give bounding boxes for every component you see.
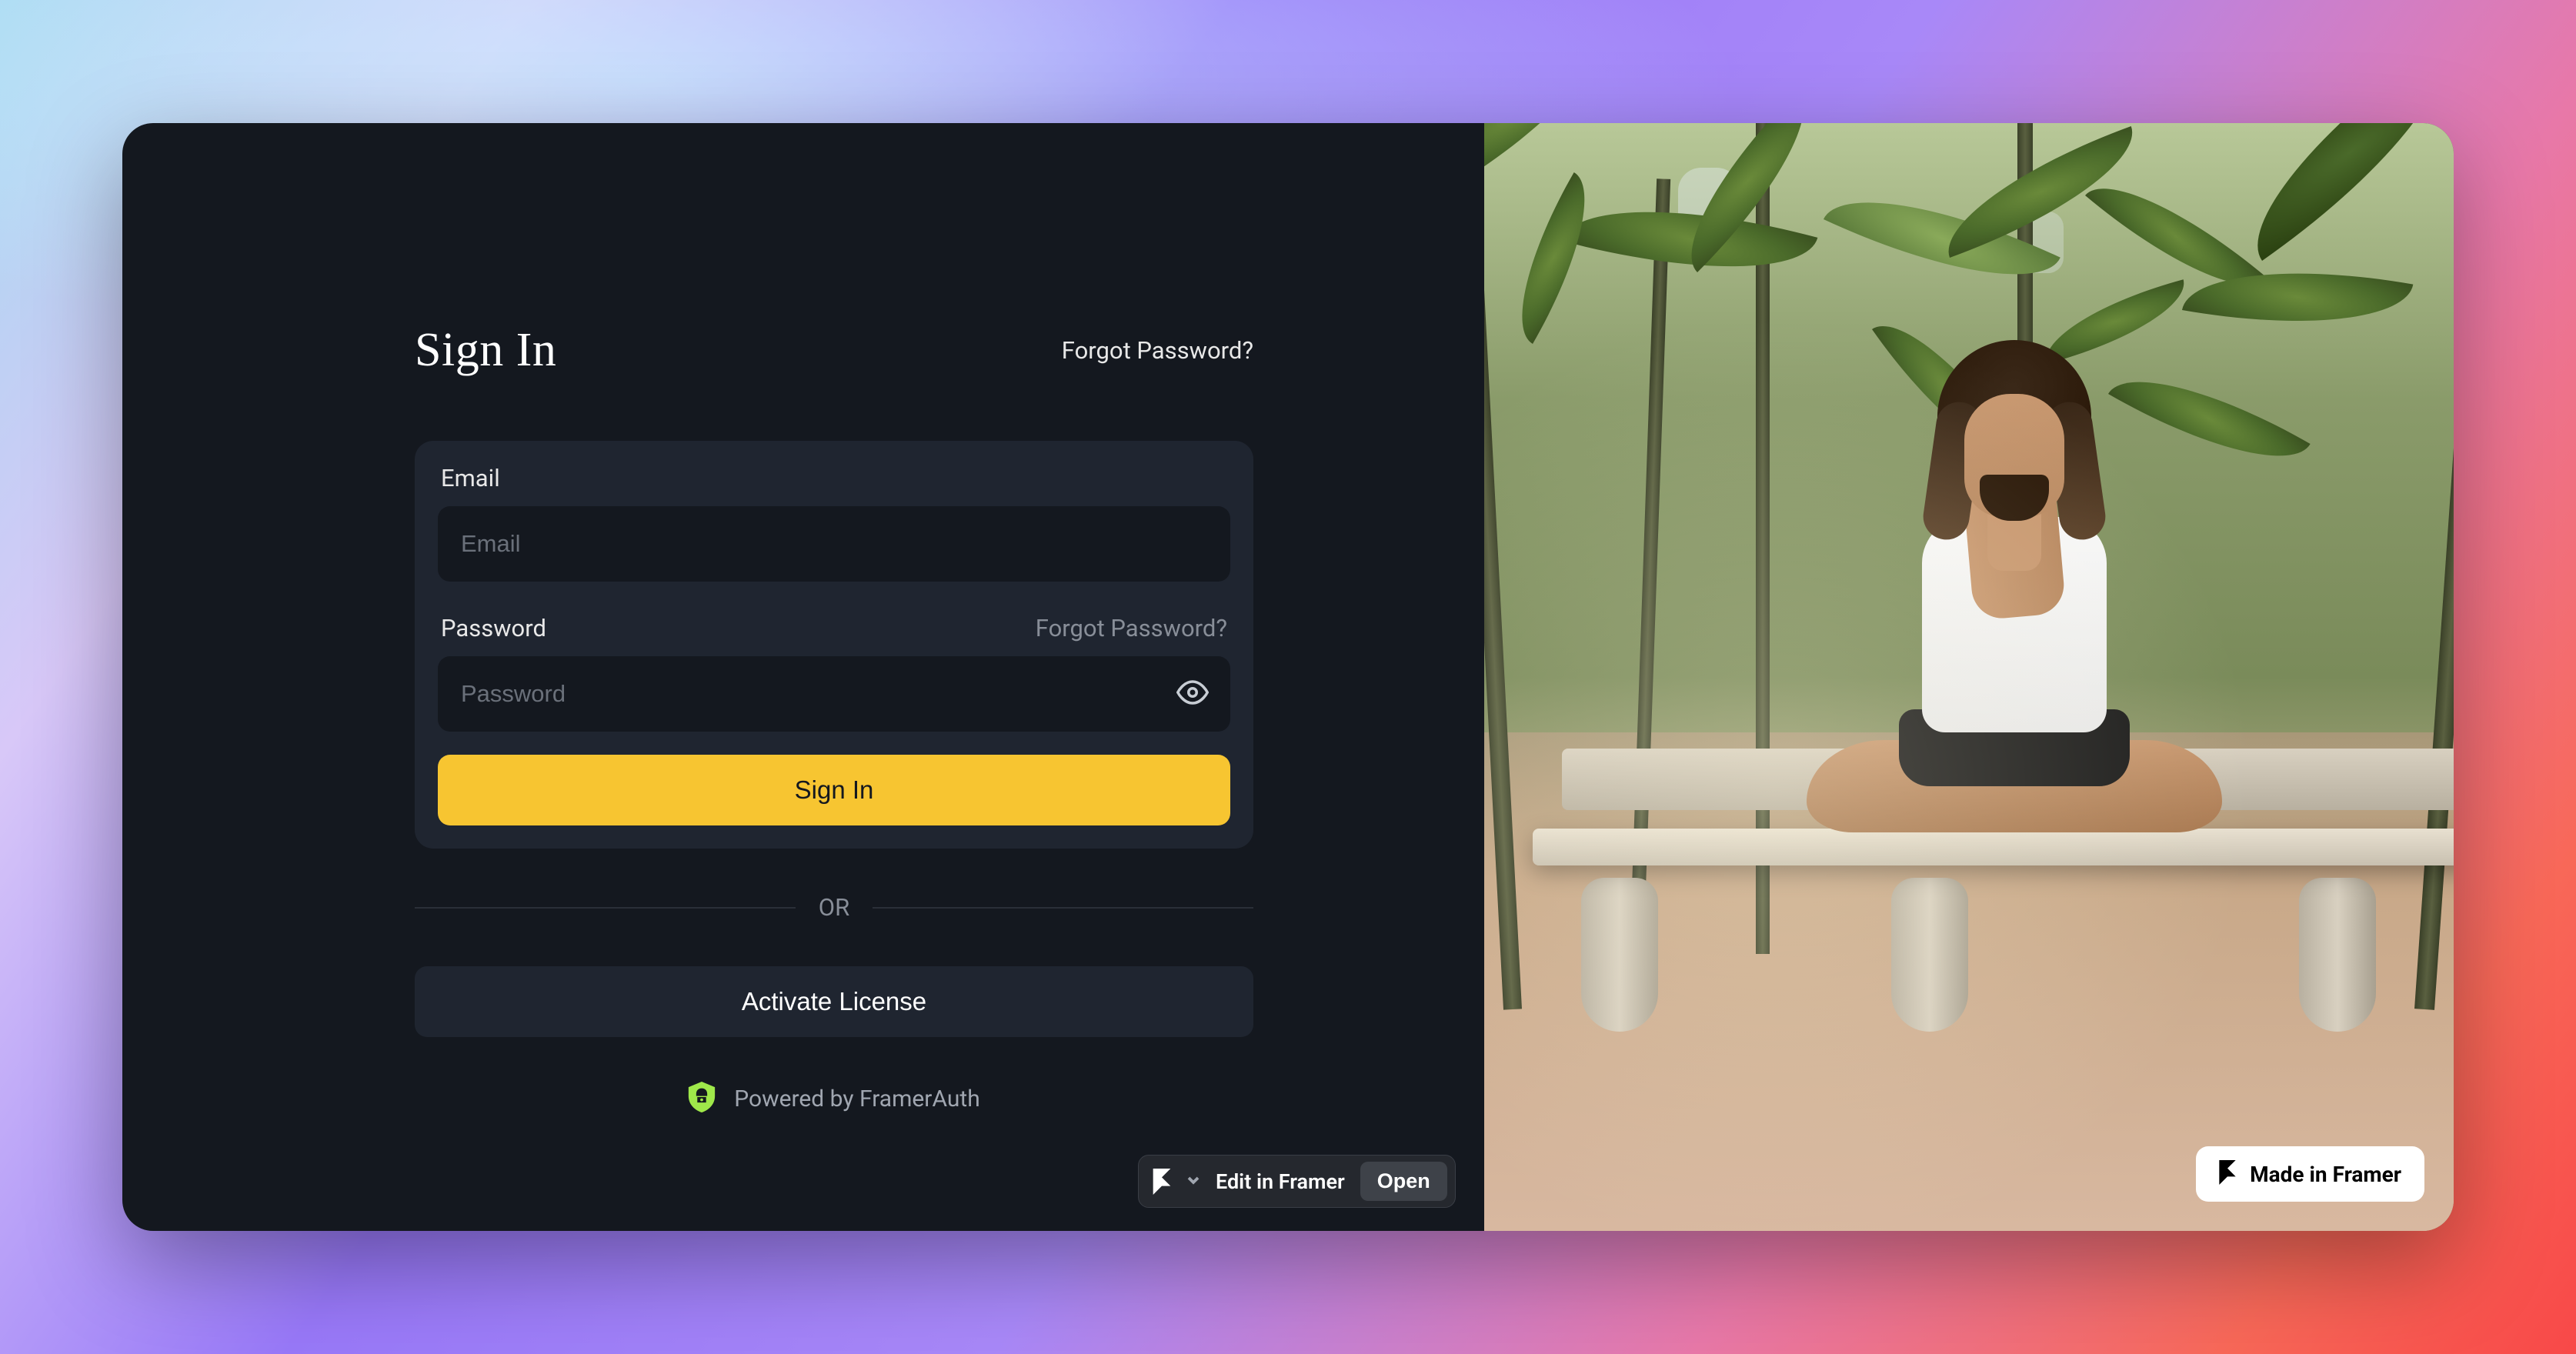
divider: OR [415, 893, 1253, 922]
forgot-password-inline-link[interactable]: Forgot Password? [1036, 614, 1227, 642]
made-in-framer-text: Made in Framer [2250, 1162, 2401, 1187]
auth-panel: Sign In Forgot Password? Email Password … [122, 123, 1484, 1231]
email-field[interactable] [438, 506, 1230, 582]
framer-editor-badge: Edit in Framer Open [1138, 1155, 1456, 1208]
app-window: Sign In Forgot Password? Email Password … [122, 123, 2454, 1231]
chevron-down-icon[interactable] [1186, 1173, 1200, 1190]
toggle-password-visibility-button[interactable] [1176, 676, 1209, 712]
divider-text: OR [819, 893, 849, 922]
activate-license-button[interactable]: Activate License [415, 966, 1253, 1037]
forgot-password-link[interactable]: Forgot Password? [1062, 336, 1253, 365]
open-in-framer-button[interactable]: Open [1360, 1162, 1447, 1201]
header-row: Sign In Forgot Password? [415, 323, 1253, 378]
framer-logo-icon [2219, 1160, 2236, 1188]
powered-by-text: Powered by FramerAuth [734, 1086, 980, 1112]
framer-logo-icon [1153, 1169, 1171, 1195]
powered-by: Powered by FramerAuth [415, 1082, 1253, 1116]
password-field[interactable] [438, 656, 1230, 732]
signin-form: Email Password Forgot Password? [415, 441, 1253, 849]
divider-line [415, 907, 796, 909]
email-label: Email [441, 464, 500, 492]
page-title: Sign In [415, 323, 556, 378]
password-label: Password [441, 614, 546, 642]
edit-in-framer-label[interactable]: Edit in Framer [1216, 1169, 1345, 1194]
hero-image: Made in Framer [1484, 123, 2454, 1231]
signin-button[interactable]: Sign In [438, 755, 1230, 825]
divider-line [873, 907, 1253, 909]
eye-icon [1176, 676, 1209, 712]
made-in-framer-badge[interactable]: Made in Framer [2196, 1146, 2424, 1202]
shield-icon [688, 1082, 716, 1116]
